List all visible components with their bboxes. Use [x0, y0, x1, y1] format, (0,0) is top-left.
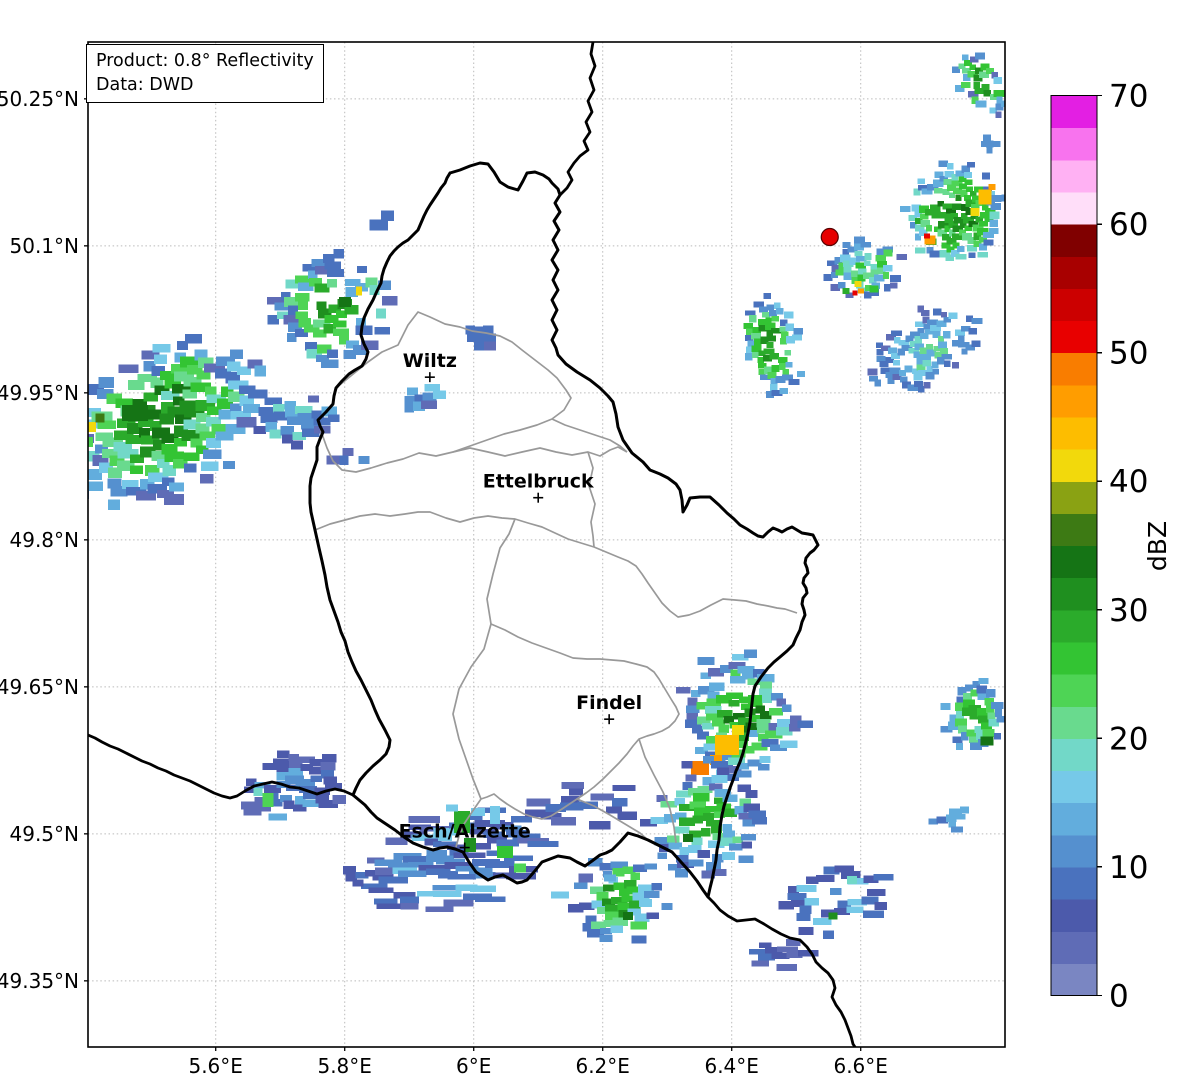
colorbar-tick-label: 40 [1109, 464, 1148, 500]
colorbar-segment [1051, 513, 1097, 547]
colorbar-tick-label: 0 [1109, 979, 1129, 1015]
colorbar-segment [1051, 95, 1097, 129]
y-tick-label: 49.65°N [0, 675, 79, 699]
colorbar-segment [1051, 609, 1097, 643]
colorbar-segment [1051, 256, 1097, 289]
city-label: Findel [576, 692, 642, 714]
echo-core-cell [122, 405, 148, 421]
echo-core-cell [847, 876, 857, 884]
echo-core-cell [339, 297, 351, 307]
colorbar-segment [1051, 866, 1097, 900]
colorbar-segment [1051, 352, 1097, 386]
echo-core-cell [497, 846, 513, 858]
echo-core-cell [732, 725, 744, 735]
echo-core-cell [95, 413, 105, 423]
city-label: Wiltz [403, 350, 457, 372]
colorbar-segment [1051, 770, 1097, 804]
colorbar-tick-label: 50 [1109, 336, 1148, 372]
colorbar-segment [1051, 674, 1097, 707]
colorbar-segment [1051, 834, 1097, 868]
x-tick-label: 6°E [456, 1054, 491, 1078]
y-tick-label: 50.1°N [10, 234, 80, 258]
colorbar-segment [1051, 320, 1097, 354]
map-face [88, 42, 1005, 1047]
colorbar-tick-label: 20 [1109, 721, 1148, 757]
colorbar-tick-label: 70 [1109, 79, 1148, 115]
colorbar-tick-label: 30 [1109, 593, 1148, 629]
colorbar-segment [1051, 963, 1097, 997]
y-tick-label: 49.95°N [0, 381, 79, 405]
echo-core-cell [715, 735, 739, 755]
colorbar-segment [1051, 802, 1097, 836]
echo-core-cell [683, 834, 693, 842]
colorbar-segment [1051, 449, 1097, 482]
colorbar-segment [1051, 738, 1097, 772]
colorbar-segment [1051, 416, 1097, 450]
product-info-box: Product: 0.8° Reflectivity Data: DWD [86, 44, 324, 104]
echo-core-cell [858, 288, 864, 294]
radar-site-marker[interactable] [820, 227, 839, 247]
echo-core-cell [748, 695, 762, 705]
radar-viewer: 13.09.2025 12:25 UTC WiltzEttelbruckFind… [0, 0, 1184, 1081]
y-tick-label: 49.8°N [10, 528, 80, 552]
colorbar-segment [1051, 159, 1097, 193]
colorbar-tick-label: 60 [1109, 207, 1148, 243]
colorbar-segment [1051, 127, 1097, 161]
echo-core-cell [869, 285, 879, 293]
radar-map-canvas[interactable]: Wiltz Ettelbruck Findel Esch/Alzette 5.6°E 5.… [0, 0, 1184, 1081]
echo-core-cell [842, 288, 850, 294]
colorbar-segment [1051, 577, 1097, 611]
data-source-line: Data: DWD [96, 75, 194, 96]
colorbar-segment [1051, 481, 1097, 514]
colorbar-segment [1051, 384, 1097, 418]
echo-core-cell [924, 233, 930, 239]
y-tick-label: 49.5°N [10, 822, 80, 846]
city-label: Ettelbruck [483, 471, 594, 493]
echo-core-cell [514, 863, 526, 873]
city-label: Esch/Alzette [399, 821, 531, 843]
echo-core-cell [978, 189, 992, 205]
x-tick-label: 6.6°E [833, 1054, 887, 1078]
product-info-line: Product: 0.8° Reflectivity [96, 51, 314, 71]
y-tick-label: 50.25°N [0, 87, 79, 111]
echo-core-cell [828, 912, 838, 920]
echo-core-cell [988, 184, 996, 190]
x-tick-label: 5.8°E [317, 1054, 371, 1078]
colorbar-segment [1051, 545, 1097, 579]
colorbar-segment [1051, 288, 1097, 322]
echo-core-cell [356, 286, 362, 296]
colorbar-segment [1051, 191, 1097, 225]
colorbar-segment [1051, 899, 1097, 932]
echo-core-cell [980, 736, 994, 746]
x-tick-label: 6.4°E [704, 1054, 758, 1078]
colorbar-segment [1051, 931, 1097, 964]
echo-core-cell [604, 874, 616, 882]
echo-core-cell [852, 290, 858, 296]
echo-core-cell [970, 208, 980, 216]
y-tick-label: 49.35°N [0, 969, 79, 993]
colorbar-segment [1051, 224, 1097, 257]
colorbar-tick-label: 10 [1109, 850, 1148, 886]
x-tick-label: 5.6°E [188, 1054, 242, 1078]
echo-core-cell [623, 912, 633, 920]
echo-core-cell [551, 891, 569, 899]
colorbar-unit-label: dBZ [1143, 520, 1172, 572]
echo-core-cell [88, 422, 96, 432]
echo-core-cell [854, 281, 862, 287]
colorbar-segment [1051, 706, 1097, 739]
echo-core-cell [253, 788, 263, 796]
echo-core-cell [262, 793, 274, 807]
colorbar-segment [1051, 641, 1097, 675]
echo-core-cell [446, 804, 458, 812]
x-tick-label: 6.2°E [575, 1054, 629, 1078]
echo-core-cell [883, 249, 893, 257]
